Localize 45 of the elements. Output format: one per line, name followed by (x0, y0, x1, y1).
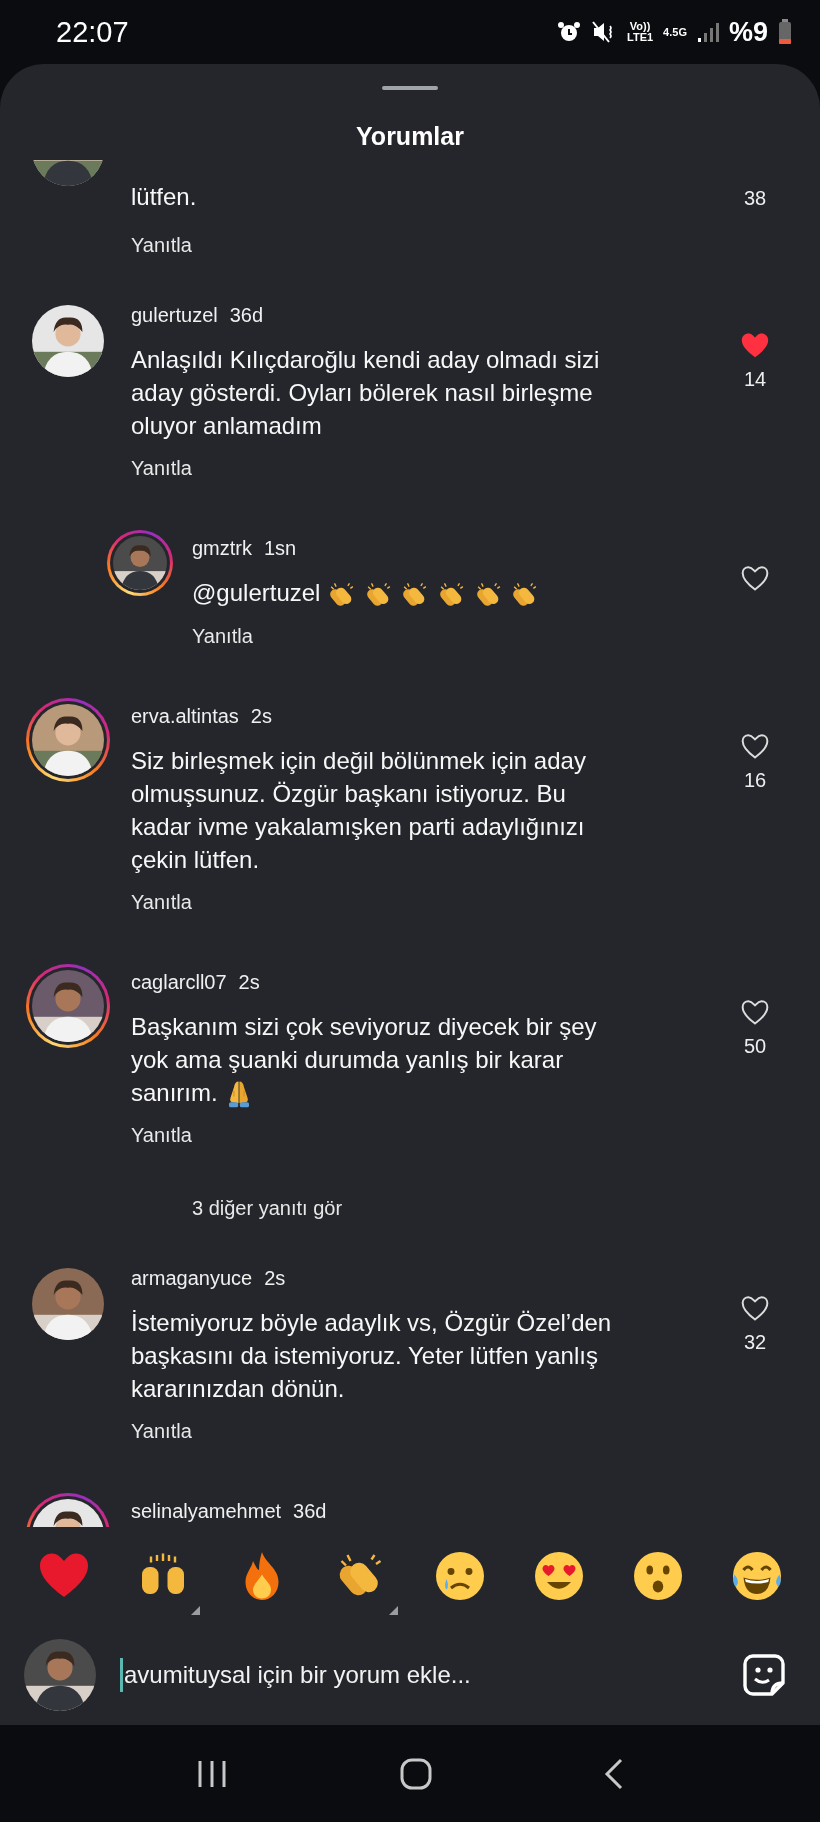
username[interactable]: erva.altintas (131, 704, 239, 727)
reply-link[interactable]: Yanıtla (131, 1121, 192, 1150)
comment-text-line: Anlaşıldı Kılıçdaroğlu kendi aday olmadı sizi (131, 346, 600, 373)
view-replies-link[interactable]: 3 diğer yanıtı gör (192, 1194, 343, 1223)
comment-text-line: @gulertuzel (192, 579, 321, 606)
like-count: 38 (743, 186, 767, 211)
like-count: 14 (743, 367, 767, 392)
comment-time: 1sn (264, 537, 297, 559)
reply-link[interactable]: Yanıtla (131, 231, 192, 259)
comment-text-line: çekin lütfen. (131, 845, 260, 873)
comment-text-line: Siz birleşmek için değil bölünmek için aday (131, 746, 586, 774)
reply-link[interactable]: Yanıtla (192, 621, 253, 650)
comment-text-line: olmuşsunuz. Özgür başkanı istiyoruz. Bu (131, 779, 566, 807)
comment-text-line: İstemiyoruz böyle adaylık vs, Özgür Özel’den (131, 1309, 612, 1337)
reply-link[interactable]: Yanıtla (131, 1417, 192, 1446)
comment-text-line: oluyor anlamadım (131, 412, 322, 439)
volte-indicator: Vo)) LTE1 (627, 21, 654, 43)
comment-text-line: Başkanım sizi çok seviyoruz diyecek bir şey (131, 1012, 597, 1040)
battery-percent: %9 (728, 16, 768, 48)
reply-link[interactable]: Yanıtla (131, 887, 192, 916)
like-count: 16 (743, 767, 767, 793)
like-count: 50 (743, 1033, 767, 1059)
comment-text-line: sanırım. (131, 1078, 218, 1106)
comment-time: 2s (264, 1267, 286, 1290)
network-type: 4.5G (663, 26, 687, 38)
like-count: 32 (743, 1330, 767, 1356)
comment-time: 2s (238, 970, 260, 993)
username[interactable]: selinalyamehmet (131, 1500, 282, 1523)
username[interactable]: armaganyuce (131, 1267, 253, 1290)
comment-text-line: yok ama şuanki durumda yanlış bir karar (131, 1045, 564, 1073)
comment-time: 2s (250, 704, 272, 727)
comment-text-line: aday gösterdi. Oyları bölerek nasıl birleşme (131, 379, 593, 406)
sheet-title: Yorumlar (355, 121, 465, 152)
comment-text-line: başkasını da istemiyoruz. Yeter lütfen yanlış (131, 1342, 598, 1370)
comment-time: 36d (293, 1500, 327, 1523)
reply-link[interactable]: Yanıtla (131, 454, 192, 482)
comment-field[interactable]: avumituysal için bir yorum ekle... (123, 1655, 742, 1695)
comment-time: 36d (229, 304, 264, 326)
comment-text-line: lütfen. (131, 183, 197, 210)
username[interactable]: caglarcll07 (131, 970, 227, 993)
username[interactable]: gulertuzel (131, 304, 218, 326)
username[interactable]: gmztrk (192, 537, 252, 559)
comment-text-line: kararınızdan dönün. (131, 1375, 345, 1403)
clock-time: 22:07 (56, 15, 130, 49)
comment-text-line: kadar ivme yakalamışken parti adaylığınızı (131, 812, 585, 840)
